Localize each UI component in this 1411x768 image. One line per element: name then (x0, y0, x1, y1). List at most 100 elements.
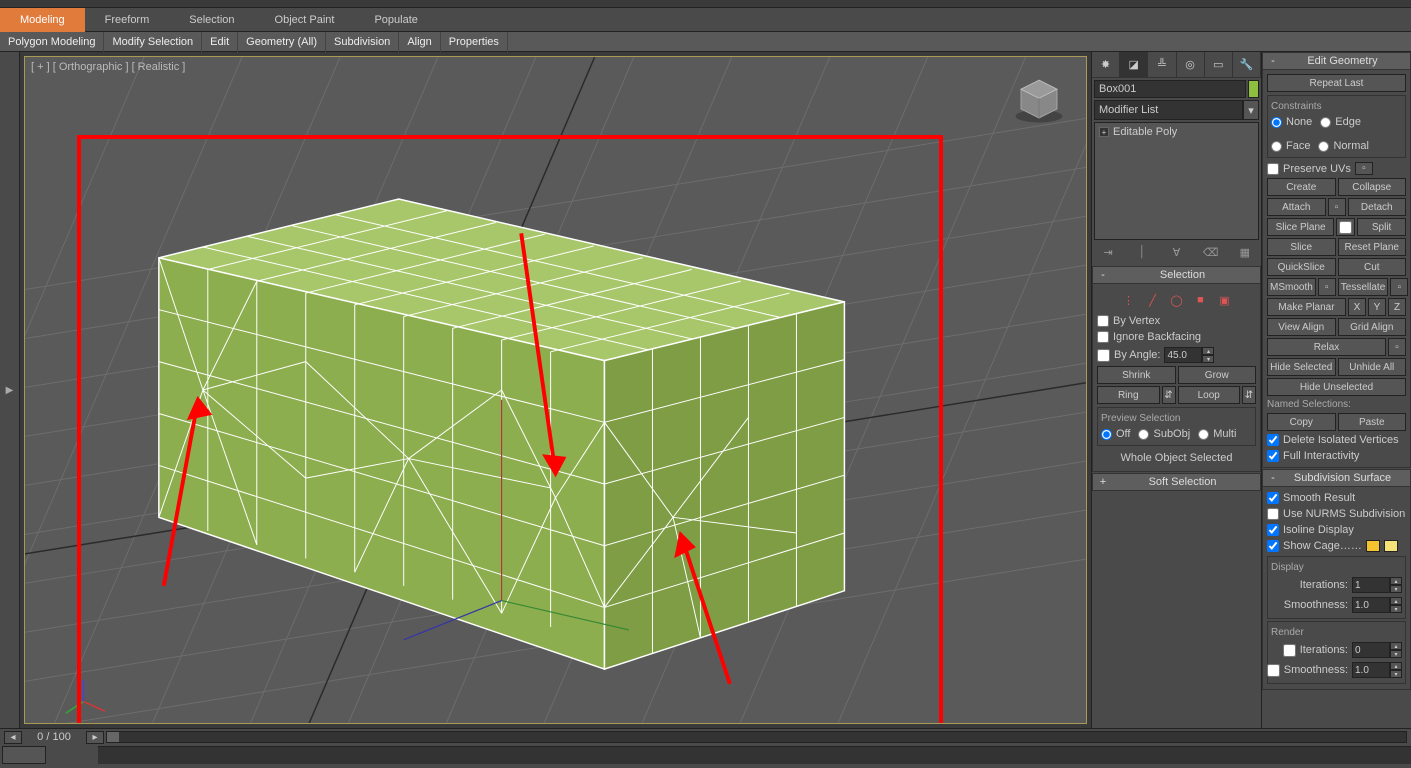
preserve-uvs-checkbox[interactable] (1267, 163, 1279, 175)
show-end-result-icon[interactable]: │ (1134, 244, 1150, 260)
modifier-stack[interactable]: + Editable Poly (1094, 122, 1259, 240)
ring-button[interactable]: Ring (1097, 386, 1160, 404)
remove-modifier-icon[interactable]: ⌫ (1203, 244, 1219, 260)
create-tab-icon[interactable]: ✸ (1092, 52, 1120, 77)
display-tab-icon[interactable]: ▭ (1205, 52, 1233, 77)
stack-item-editable-poly[interactable]: + Editable Poly (1097, 125, 1256, 139)
reset-plane-button[interactable]: Reset Plane (1338, 238, 1407, 256)
subobj-edge-icon[interactable]: ╱ (1144, 291, 1162, 309)
render-iterations-spinner[interactable] (1352, 642, 1390, 658)
iterations-spinner[interactable] (1352, 577, 1390, 593)
key-mode-button[interactable] (2, 746, 46, 764)
smoothness-spinner[interactable] (1352, 597, 1390, 613)
by-angle-spinner[interactable] (1164, 347, 1202, 363)
msmooth-button[interactable]: MSmooth (1267, 278, 1316, 296)
modifier-list-arrow[interactable]: ▾ (1243, 100, 1259, 120)
viewport-label[interactable]: [ + ] [ Orthographic ] [ Realistic ] (31, 61, 185, 73)
cage-color1-swatch[interactable] (1366, 540, 1380, 552)
object-color-swatch[interactable] (1248, 80, 1259, 98)
spinner-up-icon[interactable]: ▴ (1390, 597, 1402, 605)
subobj-border-icon[interactable]: ◯ (1168, 291, 1186, 309)
timeline-scroll-right[interactable]: ▸ (86, 731, 104, 744)
copy-button[interactable]: Copy (1267, 413, 1336, 431)
view-align-button[interactable]: View Align (1267, 318, 1336, 336)
hierarchy-tab-icon[interactable]: ╩ (1148, 52, 1176, 77)
expand-icon[interactable]: + (1099, 127, 1109, 137)
attach-button[interactable]: Attach (1267, 198, 1326, 216)
detach-button[interactable]: Detach (1348, 198, 1407, 216)
paste-button[interactable]: Paste (1338, 413, 1407, 431)
subobj-element-icon[interactable]: ▣ (1216, 291, 1234, 309)
msmooth-settings[interactable]: ▫ (1318, 278, 1336, 296)
ribbon-tab-selection[interactable]: Selection (169, 8, 254, 32)
preview-subobj-radio[interactable] (1138, 429, 1149, 440)
motion-tab-icon[interactable]: ◎ (1177, 52, 1205, 77)
relax-button[interactable]: Relax (1267, 338, 1386, 356)
ribbon-tab-freeform[interactable]: Freeform (85, 8, 170, 32)
render-smoothness-spinner[interactable] (1352, 662, 1390, 678)
spinner-down-icon[interactable]: ▾ (1390, 585, 1402, 593)
make-unique-icon[interactable]: ∀ (1168, 244, 1184, 260)
rollout-subdiv-header[interactable]: -Subdivision Surface (1262, 469, 1411, 487)
configure-sets-icon[interactable]: ▦ (1237, 244, 1253, 260)
make-planar-button[interactable]: Make Planar (1267, 298, 1346, 316)
subribbon-edit[interactable]: Edit (202, 32, 238, 52)
subobj-polygon-icon[interactable]: ■ (1192, 291, 1210, 309)
tessellate-button[interactable]: Tessellate (1338, 278, 1388, 296)
modify-tab-icon[interactable]: ◪ (1120, 52, 1148, 77)
quickslice-button[interactable]: QuickSlice (1267, 258, 1336, 276)
tessellate-settings[interactable]: ▫ (1390, 278, 1408, 296)
hide-selected-button[interactable]: Hide Selected (1267, 358, 1336, 376)
subribbon-geometry-all[interactable]: Geometry (All) (238, 32, 326, 52)
utilities-tab-icon[interactable]: 🔧 (1233, 52, 1261, 77)
hide-unselected-button[interactable]: Hide Unselected (1267, 378, 1406, 396)
planar-z-button[interactable]: Z (1388, 298, 1406, 316)
modifier-list-dropdown[interactable]: Modifier List (1094, 100, 1243, 120)
planar-y-button[interactable]: Y (1368, 298, 1386, 316)
spinner-down-icon[interactable]: ▾ (1202, 355, 1214, 363)
subribbon-subdivision[interactable]: Subdivision (326, 32, 399, 52)
constraint-edge-radio[interactable] (1320, 117, 1331, 128)
constraint-none-radio[interactable] (1271, 117, 1282, 128)
constraint-face-radio[interactable] (1271, 141, 1282, 152)
attach-settings[interactable]: ▫ (1328, 198, 1346, 216)
relax-settings[interactable]: ▫ (1388, 338, 1406, 356)
view-cube[interactable] (1012, 73, 1066, 127)
subribbon-polygon-modeling[interactable]: Polygon Modeling (0, 32, 104, 52)
spinner-up-icon[interactable]: ▴ (1202, 347, 1214, 355)
cut-button[interactable]: Cut (1338, 258, 1407, 276)
rollout-soft-selection-header[interactable]: +Soft Selection (1092, 473, 1261, 491)
ribbon-tab-populate[interactable]: Populate (354, 8, 437, 32)
loop-button[interactable]: Loop (1178, 386, 1241, 404)
shrink-button[interactable]: Shrink (1097, 366, 1176, 384)
use-nurms-checkbox[interactable] (1267, 508, 1279, 520)
ignore-backfacing-checkbox[interactable] (1097, 331, 1109, 343)
preview-off-radio[interactable] (1101, 429, 1112, 440)
planar-x-button[interactable]: X (1348, 298, 1366, 316)
subribbon-properties[interactable]: Properties (441, 32, 508, 52)
subribbon-align[interactable]: Align (399, 32, 440, 52)
by-vertex-checkbox[interactable] (1097, 315, 1109, 327)
rollout-edit-geometry-header[interactable]: -Edit Geometry (1262, 52, 1411, 70)
repeat-last-button[interactable]: Repeat Last (1267, 74, 1406, 92)
isoline-checkbox[interactable] (1267, 524, 1279, 536)
slice-button[interactable]: Slice (1267, 238, 1336, 256)
left-edge-tab[interactable]: ▶ (0, 52, 20, 728)
rollout-selection-header[interactable]: -Selection (1092, 266, 1261, 284)
spinner-down-icon[interactable]: ▾ (1390, 650, 1402, 658)
object-name-input[interactable] (1094, 80, 1246, 98)
ribbon-tab-modeling[interactable]: Modeling (0, 8, 85, 32)
smooth-result-checkbox[interactable] (1267, 492, 1279, 504)
constraint-normal-radio[interactable] (1318, 141, 1329, 152)
unhide-all-button[interactable]: Unhide All (1338, 358, 1407, 376)
spinner-up-icon[interactable]: ▴ (1390, 642, 1402, 650)
subobj-vertex-icon[interactable]: ⋮ (1120, 291, 1138, 309)
spinner-down-icon[interactable]: ▾ (1390, 605, 1402, 613)
ring-spinner[interactable]: ⇵ (1162, 386, 1176, 404)
collapse-button[interactable]: Collapse (1338, 178, 1407, 196)
show-cage-checkbox[interactable] (1267, 540, 1279, 552)
full-interactivity-checkbox[interactable] (1267, 450, 1279, 462)
preview-multi-radio[interactable] (1198, 429, 1209, 440)
grow-button[interactable]: Grow (1178, 366, 1257, 384)
spinner-up-icon[interactable]: ▴ (1390, 577, 1402, 585)
